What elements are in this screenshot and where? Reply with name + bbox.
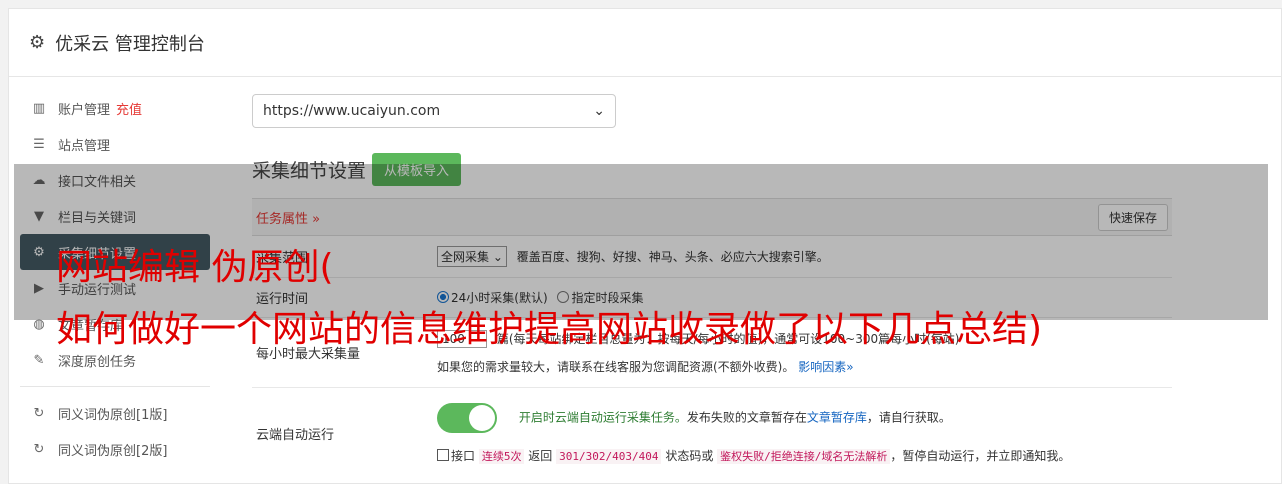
overlay-title-line2: 如何做好一个网站的信息维护提高网站收录做了以下几点总结) (56, 309, 1043, 350)
row-label: 云端自动运行 (256, 427, 335, 443)
watermark-overlay (14, 164, 1268, 320)
site-select[interactable]: https://www.ucaiyun.com ⌄ (252, 94, 616, 128)
console-header: ⚙ 优采云 管理控制台 (9, 9, 1281, 77)
sidebar-item-label: 账户管理 (58, 102, 111, 118)
text-status: 状态码或 (665, 448, 714, 463)
sidebar-item-label: 同义词伪原创[1版] (58, 407, 168, 423)
code-status: 301/302/403/404 (556, 448, 662, 464)
refresh-icon: ↻ (33, 405, 45, 421)
page-title: 优采云 管理控制台 (55, 33, 205, 55)
sidebar-item-label: 深度原创任务 (58, 354, 137, 370)
cloud-run-desc: 发布失败的文章暂存在 (686, 410, 807, 424)
sidebar-item-label: 站点管理 (58, 138, 111, 154)
bar-chart-icon: ▥ (32, 100, 46, 116)
code-errors: 鉴权失败/拒绝连接/域名无法解析 (717, 448, 891, 464)
pause-checkbox[interactable] (437, 448, 449, 461)
sidebar-item-synonym-v1[interactable]: ↻ 同义词伪原创[1版] (20, 395, 210, 431)
site-select-value: https://www.ucaiyun.com (263, 103, 441, 119)
checkbox-label: 接口 (451, 448, 476, 463)
article-store-link[interactable]: 文章暂存库 (807, 410, 867, 424)
cloud-run-toggle[interactable] (437, 402, 497, 433)
sidebar-item-label: 同义词伪原创[2版] (58, 443, 168, 459)
gear-icon: ⚙ (29, 32, 46, 53)
code-consecutive: 连续5次 (478, 448, 525, 464)
cloud-run-desc-tail: ，请自行获取。 (866, 410, 951, 424)
influence-factors-link[interactable]: 影响因素» (798, 360, 853, 374)
text-return: 返回 (528, 448, 553, 463)
cloud-run-desc-green: 开启时云端自动运行采集任务。 (518, 410, 687, 424)
sidebar-divider (20, 386, 210, 387)
server-icon: ☰ (33, 136, 45, 152)
chevron-down-icon: ⌄ (593, 103, 605, 119)
sidebar-item-account[interactable]: ▥ 账户管理 充值 (20, 90, 210, 126)
text-pause: ，暂停自动运行，并立即通知我。 (890, 448, 1071, 463)
max-per-hour-note: 如果您的需求量较大，请联系在线客服为您调配资源(不额外收费)。 (437, 360, 795, 374)
sidebar-item-synonym-v2[interactable]: ↻ 同义词伪原创[2版] (20, 431, 210, 467)
refresh-icon: ↻ (33, 441, 45, 457)
edit-icon: ✎ (33, 352, 45, 368)
overlay-title-line1: 网站编辑 伪原创( (56, 247, 334, 288)
row-cloud-run: 云端自动运行 开启时云端自动运行采集任务。发布失败的文章暂存在文章暂存库，请自行… (252, 388, 1172, 478)
sidebar-item-sites[interactable]: ☰ 站点管理 (20, 126, 210, 162)
recharge-link[interactable]: 充值 (116, 99, 142, 118)
